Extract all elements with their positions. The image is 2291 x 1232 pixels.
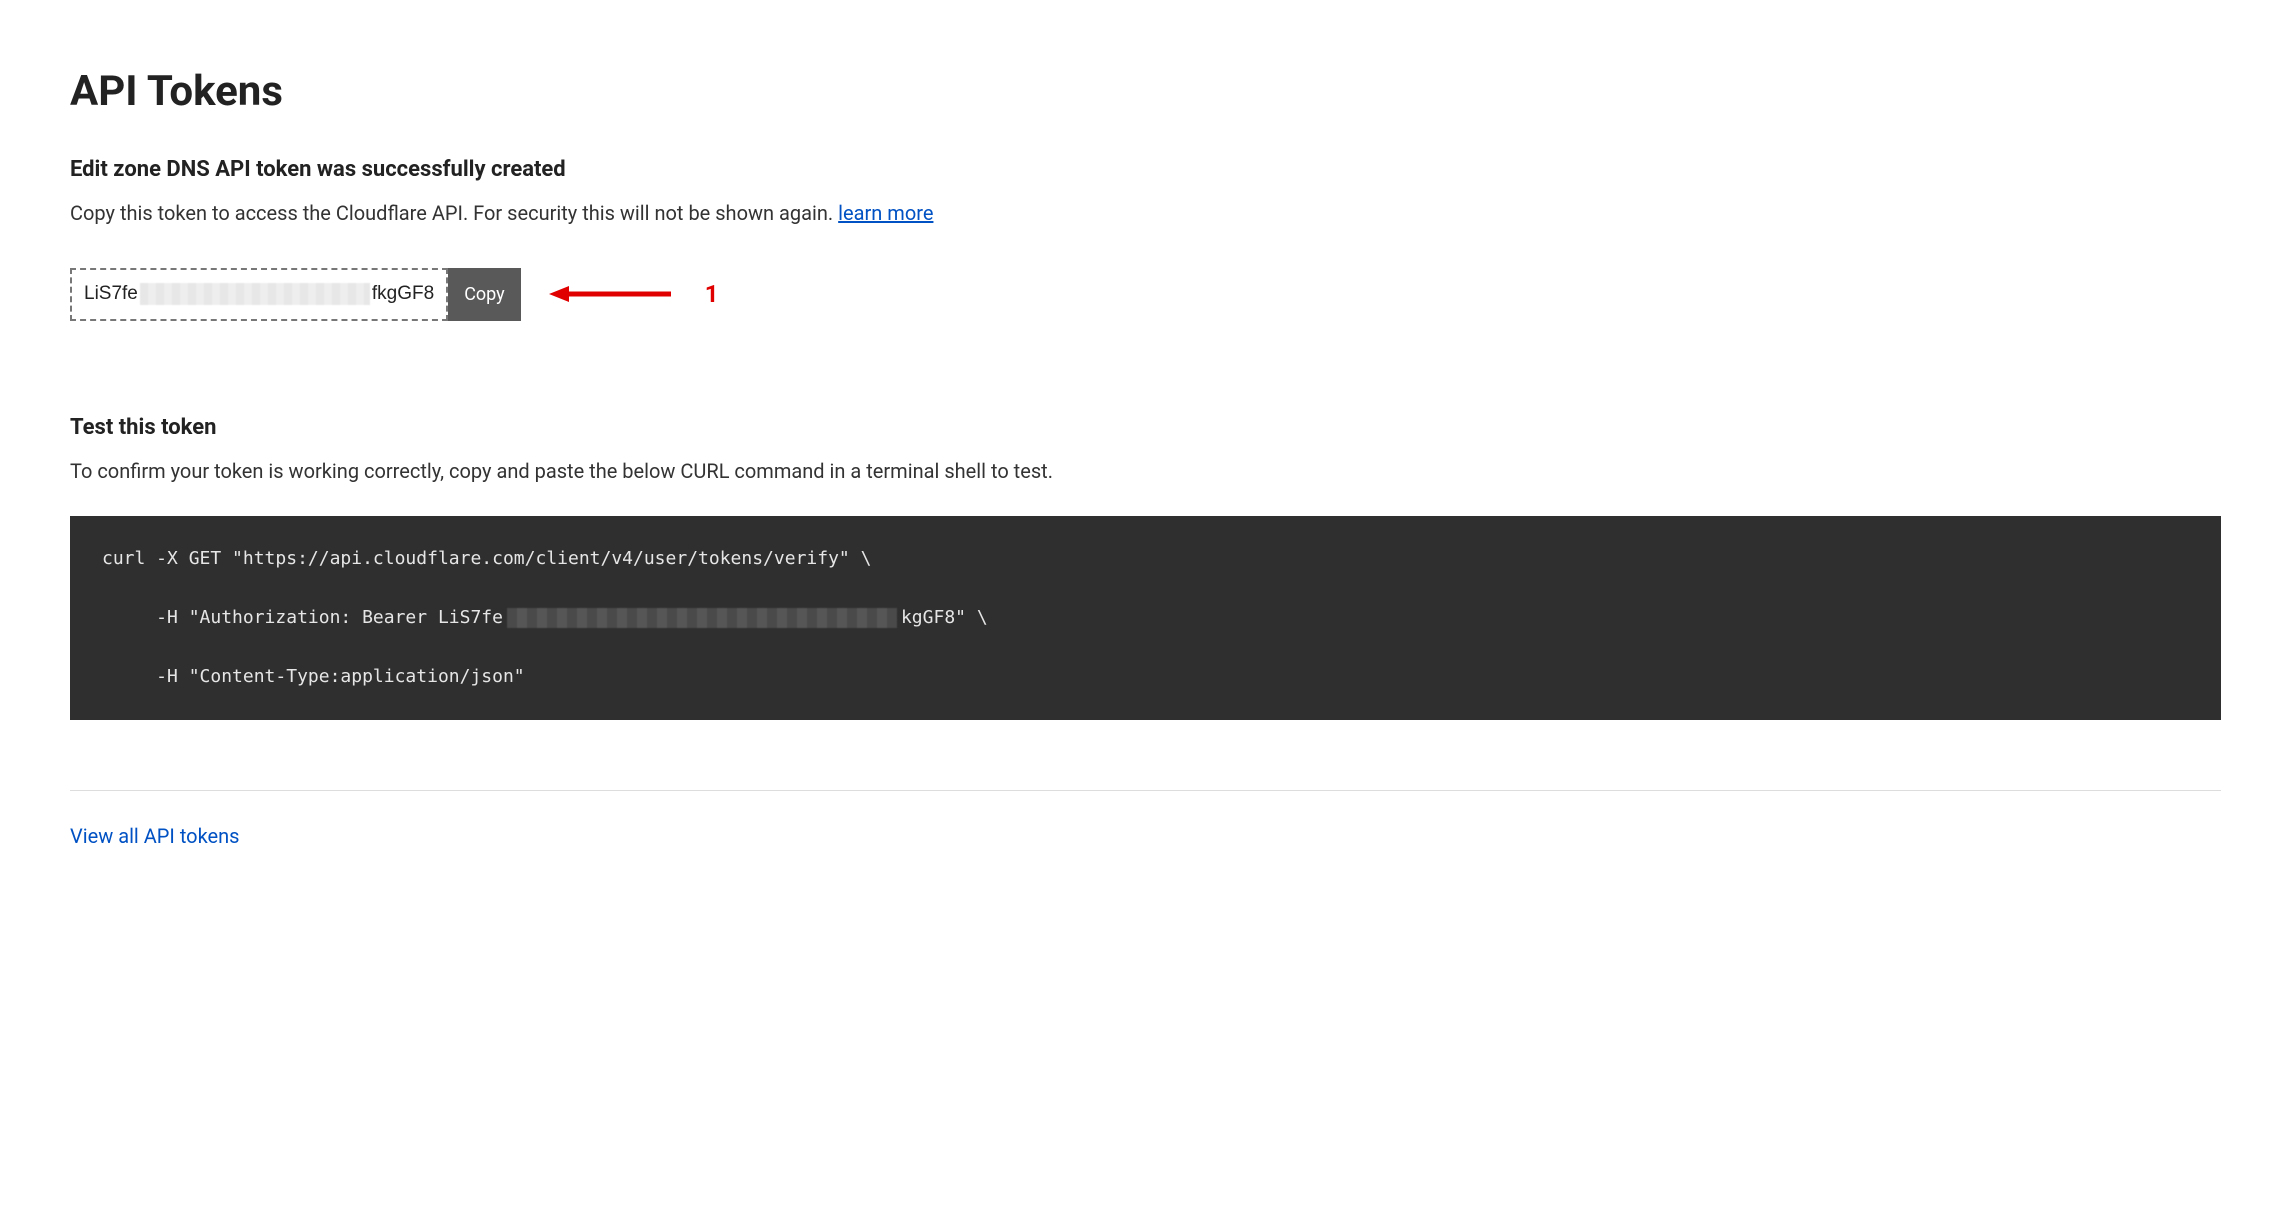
token-redacted (140, 283, 370, 305)
curl-line-2-pre: -H "Authorization: Bearer LiS7fe (102, 603, 503, 633)
success-heading: Edit zone DNS API token was successfully… (70, 153, 2221, 186)
view-all-tokens-link[interactable]: View all API tokens (70, 824, 240, 848)
test-token-heading: Test this token (70, 411, 2221, 444)
annotation-arrow: 1 (545, 276, 719, 312)
copy-button[interactable]: Copy (448, 268, 521, 321)
curl-line-2-post: kgGF8" \ (901, 603, 988, 633)
copy-instruction-prefix: Copy this token to access the Cloudflare… (70, 201, 838, 225)
curl-line-3: -H "Content-Type:application/json" (102, 662, 525, 692)
copy-instruction-text: Copy this token to access the Cloudflare… (70, 198, 2221, 228)
divider (70, 790, 2221, 791)
learn-more-link[interactable]: learn more (838, 201, 933, 225)
token-row: LiS7fe fkgGF8 Copy 1 (70, 268, 718, 321)
token-suffix: fkgGF8 (372, 280, 434, 309)
annotation-number: 1 (705, 276, 719, 312)
token-prefix: LiS7fe (84, 280, 138, 309)
curl-code-block[interactable]: curl -X GET "https://api.cloudflare.com/… (70, 516, 2221, 720)
curl-line-1: curl -X GET "https://api.cloudflare.com/… (102, 544, 871, 574)
curl-token-redacted (507, 608, 897, 628)
token-display[interactable]: LiS7fe fkgGF8 (70, 268, 448, 321)
page-title: API Tokens (70, 60, 2221, 123)
arrow-left-icon (545, 282, 675, 306)
test-token-description: To confirm your token is working correct… (70, 456, 2221, 486)
